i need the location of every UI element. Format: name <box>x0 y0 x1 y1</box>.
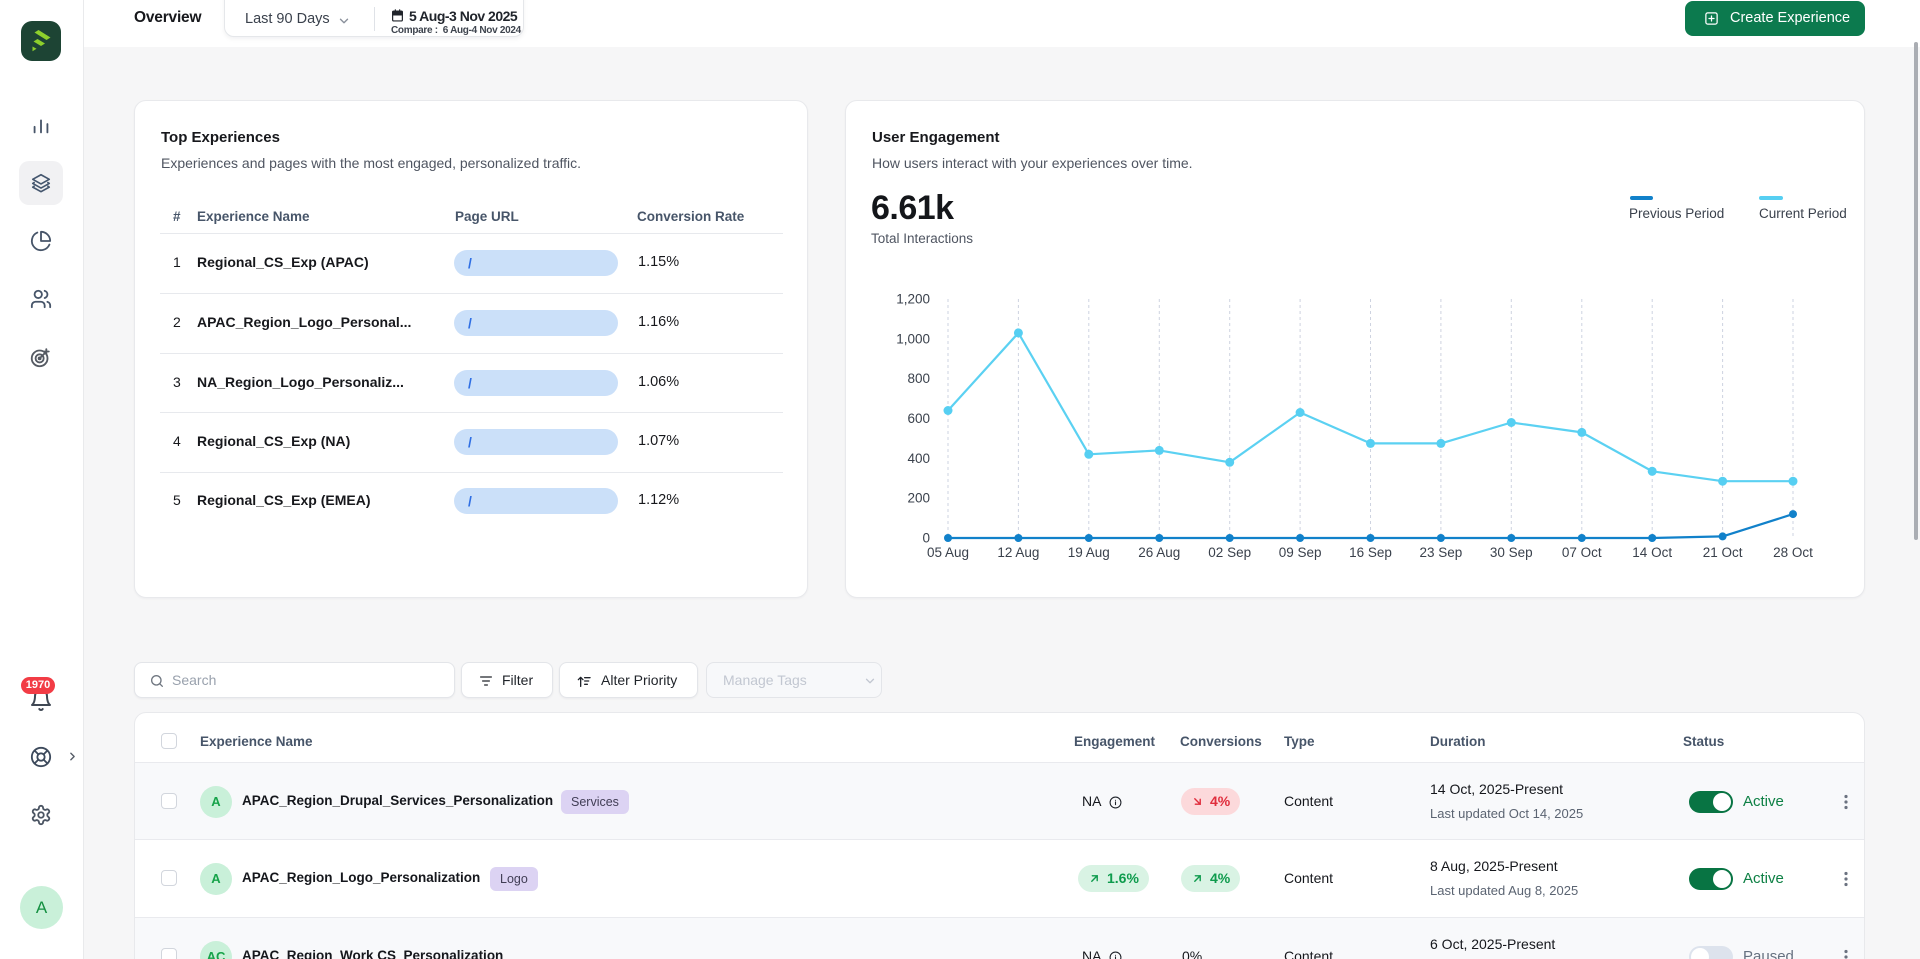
svg-text:16 Sep: 16 Sep <box>1349 545 1392 560</box>
svg-text:600: 600 <box>907 411 930 426</box>
svg-text:26 Aug: 26 Aug <box>1138 545 1180 560</box>
svg-text:02 Sep: 02 Sep <box>1208 545 1251 560</box>
svg-text:1,000: 1,000 <box>896 331 930 346</box>
svg-text:05 Aug: 05 Aug <box>927 545 969 560</box>
svg-text:12 Aug: 12 Aug <box>997 545 1039 560</box>
svg-text:1,200: 1,200 <box>896 292 930 307</box>
svg-text:19 Aug: 19 Aug <box>1068 545 1110 560</box>
svg-text:400: 400 <box>907 451 930 466</box>
svg-text:14 Oct: 14 Oct <box>1632 545 1672 560</box>
svg-text:09 Sep: 09 Sep <box>1279 545 1322 560</box>
svg-text:800: 800 <box>907 371 930 386</box>
svg-text:28 Oct: 28 Oct <box>1773 545 1813 560</box>
svg-text:23 Sep: 23 Sep <box>1420 545 1463 560</box>
svg-text:07 Oct: 07 Oct <box>1562 545 1602 560</box>
svg-text:30 Sep: 30 Sep <box>1490 545 1533 560</box>
svg-text:200: 200 <box>907 491 930 506</box>
svg-text:0: 0 <box>922 531 930 546</box>
svg-text:21 Oct: 21 Oct <box>1703 545 1743 560</box>
